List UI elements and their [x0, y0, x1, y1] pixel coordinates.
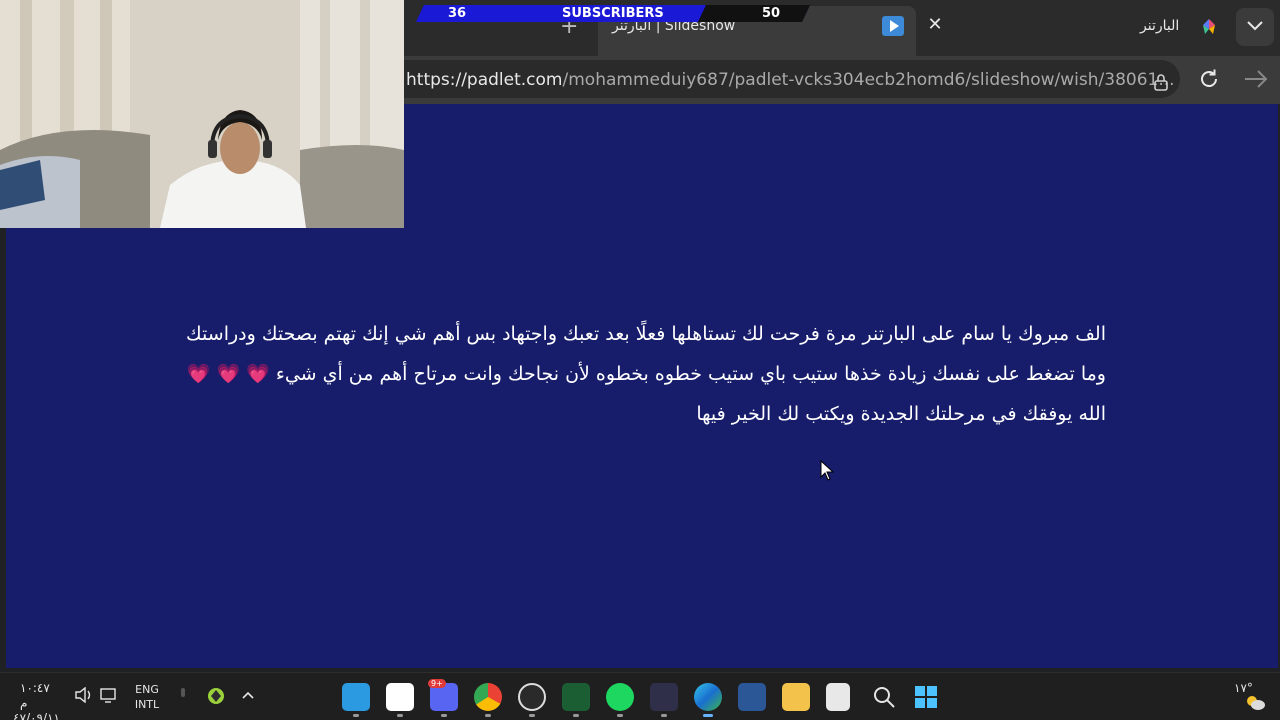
- subscriber-goal-count: 50: [762, 6, 781, 21]
- network-icon[interactable]: [100, 687, 118, 703]
- url-path: /mohammeduiy687/padlet-vcks304ecb2homd6/…: [562, 70, 1175, 90]
- speaker-icon[interactable]: [74, 687, 94, 703]
- weather-icon[interactable]: [1244, 693, 1266, 711]
- close-tab-icon[interactable]: ✕: [926, 14, 944, 35]
- running-indicator: [529, 714, 535, 717]
- url-host: https://padlet.com: [406, 70, 563, 90]
- tiktok-icon[interactable]: [386, 683, 414, 711]
- screen: + البارتنر | Slideshow ✕ البارتنر 36 SUB…: [0, 0, 1280, 720]
- running-indicator: [353, 714, 359, 717]
- running-indicator: [617, 714, 623, 717]
- chevron-down-icon: [1247, 21, 1263, 31]
- running-indicator: [441, 714, 447, 717]
- url-field[interactable]: https://padlet.com/mohammeduiy687/padlet…: [404, 60, 1180, 98]
- mouse-cursor-icon: [820, 460, 834, 481]
- edge-icon[interactable]: [694, 683, 722, 711]
- input-language-indicator[interactable]: ENG INTL: [134, 682, 160, 712]
- running-indicator: [485, 714, 491, 717]
- search-icon[interactable]: [872, 685, 896, 709]
- running-indicator: [573, 714, 579, 717]
- spotify-icon[interactable]: [606, 683, 634, 711]
- reload-icon[interactable]: [1198, 68, 1220, 90]
- subscriber-label: SUBSCRIBERS: [562, 6, 664, 21]
- obs-icon[interactable]: [518, 683, 546, 711]
- chrome-icon[interactable]: [474, 683, 502, 711]
- windows-taskbar: ١٠:٤٧ م ٤٧/٠٩/١١ ENG INTL 9+ ١٧°: [0, 672, 1280, 720]
- app-icon[interactable]: [650, 683, 678, 711]
- quick-assist-icon[interactable]: [342, 683, 370, 711]
- lang-layout: INTL: [134, 698, 160, 711]
- microphone-icon[interactable]: [178, 687, 188, 703]
- subscriber-current-count: 36: [448, 6, 467, 21]
- lock-icon[interactable]: [1152, 73, 1170, 91]
- lang-code: ENG: [135, 683, 159, 696]
- running-indicator: [397, 714, 403, 717]
- notepad-icon[interactable]: [826, 683, 850, 711]
- tab-list-button[interactable]: [1236, 8, 1274, 46]
- system-clock[interactable]: ١٠:٤٧ م ٤٧/٠٩/١١: [13, 681, 60, 720]
- discord-badge: 9+: [428, 679, 446, 688]
- media-play-icon[interactable]: [882, 16, 904, 36]
- running-indicator: [661, 714, 667, 717]
- clock-time: ١٠:٤٧ م: [20, 681, 50, 710]
- forward-arrow-icon[interactable]: [1244, 70, 1268, 88]
- store-icon[interactable]: [738, 683, 766, 711]
- subscriber-counter-overlay: 36 SUBSCRIBERS 50: [416, 5, 810, 22]
- clock-date: ٤٧/٠٩/١١: [13, 711, 60, 720]
- webcam-overlay: [0, 0, 404, 228]
- post-text: الف مبروك يا سام على البارتنر مرة فرحت ل…: [186, 323, 1106, 425]
- url-text: https://padlet.com/mohammeduiy687/padlet…: [406, 70, 1175, 90]
- padlet-logo-icon: [1203, 19, 1215, 34]
- webcam-person-image: [0, 0, 404, 228]
- chevron-up-icon[interactable]: [240, 687, 256, 703]
- active-indicator: [703, 714, 713, 717]
- windows-start-icon[interactable]: [914, 685, 938, 709]
- tab-other-title[interactable]: البارتنر: [1140, 18, 1179, 34]
- file-explorer-icon[interactable]: [782, 683, 810, 711]
- terminal-icon[interactable]: [562, 683, 590, 711]
- address-bar: https://padlet.com/mohammeduiy687/padlet…: [404, 56, 1280, 104]
- xbox-game-icon[interactable]: [206, 687, 226, 705]
